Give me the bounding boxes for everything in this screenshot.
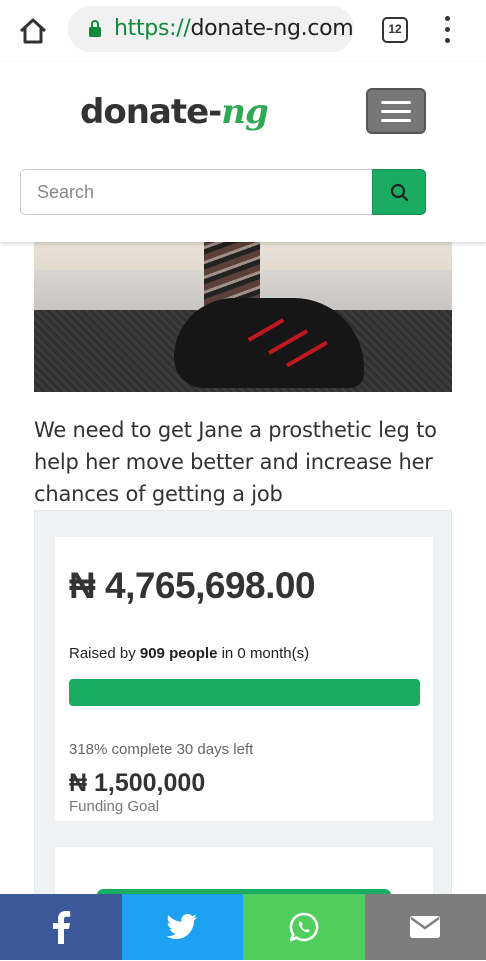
share-bar [0, 894, 486, 960]
facebook-icon [50, 910, 72, 944]
funding-goal-amount: ₦ 1,500,000 [69, 769, 205, 798]
lock-icon [88, 19, 102, 37]
funding-panel: ₦ 4,765,698.00 Raised by 909 people in 0… [34, 510, 452, 960]
search-icon [373, 170, 427, 216]
browser-toolbar: https://donate-ng.com/ 12 [0, 0, 486, 62]
funding-goal-label: Funding Goal [69, 798, 159, 815]
share-twitter-button[interactable] [122, 894, 244, 960]
site-logo[interactable]: donate-ng [80, 92, 268, 132]
amount-raised: ₦ 4,765,698.00 [69, 565, 315, 607]
twitter-icon [166, 913, 198, 941]
search-button[interactable] [372, 169, 426, 215]
url-host: donate-ng.com/ [190, 16, 354, 41]
share-facebook-button[interactable] [0, 894, 122, 960]
overflow-menu-icon[interactable] [442, 14, 452, 44]
progress-status: 318% complete 30 days left [69, 741, 253, 758]
url-text: https://donate-ng.com/ [114, 16, 354, 41]
raised-suffix: in 0 month(s) [217, 645, 309, 662]
tab-switcher-button[interactable]: 12 [382, 17, 408, 43]
url-scheme: https:// [114, 16, 190, 41]
share-whatsapp-button[interactable] [243, 894, 365, 960]
progress-fill [69, 679, 420, 706]
logo-text: donate- [80, 92, 221, 132]
raised-by-text: Raised by 909 people in 0 month(s) [69, 645, 309, 662]
home-icon[interactable] [18, 16, 48, 46]
campaign-description: We need to get Jane a prosthetic leg to … [34, 414, 454, 510]
search-form [20, 169, 426, 215]
share-email-button[interactable] [365, 894, 486, 960]
logo-accent: ng [221, 92, 268, 132]
search-input[interactable] [20, 169, 374, 215]
site-header: donate-ng [0, 62, 486, 242]
progress-bar [69, 679, 420, 706]
email-icon [409, 915, 441, 939]
donor-count: 909 people [140, 645, 218, 662]
address-bar[interactable]: https://donate-ng.com/ [68, 6, 354, 52]
nav-menu-button[interactable] [366, 88, 426, 134]
whatsapp-icon [288, 911, 320, 943]
funding-card: ₦ 4,765,698.00 Raised by 909 people in 0… [55, 537, 433, 821]
raised-prefix: Raised by [69, 645, 140, 662]
